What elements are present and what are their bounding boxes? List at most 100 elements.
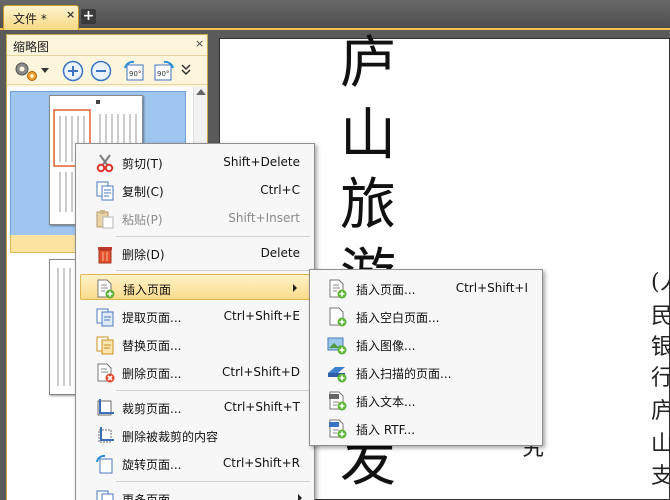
menu-item-replace-page[interactable]: 替换页面... — [76, 331, 314, 357]
menu-item-label: 旋转页面... — [122, 458, 182, 472]
title-char: 山 — [340, 103, 396, 168]
menu-item-label: 裁剪页面... — [122, 402, 182, 416]
menu-item-remove-cropped[interactable]: 删除被裁剪的内容 — [76, 422, 314, 448]
menu-item-crop-page[interactable]: 裁剪页面... Ctrl+Shift+T — [76, 394, 314, 420]
column-char: 银 — [651, 335, 670, 360]
insert-page-icon — [97, 279, 115, 299]
trash-icon — [98, 247, 112, 264]
menu-item-label: 剪切(T) — [122, 157, 163, 171]
gear-icon[interactable] — [13, 60, 39, 82]
column-char: 山 — [651, 432, 670, 457]
panel-close-icon[interactable]: × — [195, 37, 204, 50]
tab-close-icon[interactable]: × — [66, 8, 75, 21]
insert-page-file-icon — [329, 279, 347, 299]
menu-item-rotate-page[interactable]: 旋转页面... Ctrl+Shift+R — [76, 450, 314, 476]
menu-item-insert-page[interactable]: 插入页面 — [80, 274, 310, 300]
scissors-icon — [96, 154, 114, 173]
menu-item-shortcut: Ctrl+Shift+D — [222, 365, 300, 379]
submenu-item-insert-blank[interactable]: 插入空白页面... — [310, 303, 542, 329]
menu-item-shortcut: Ctrl+Shift+R — [222, 456, 300, 470]
replace-page-icon — [96, 336, 114, 355]
menu-item-extract-page[interactable]: 提取页面... Ctrl+Shift+E — [76, 303, 314, 329]
menu-item-label: 提取页面... — [122, 311, 182, 325]
title-char: 旅 — [340, 173, 396, 238]
thumbnail-toolbar: 90° 90° — [7, 55, 207, 85]
rotate-page-icon — [96, 454, 113, 474]
tab-document[interactable]: 文件 * × — [3, 5, 79, 30]
more-pages-icon — [96, 490, 114, 500]
submenu-item-shortcut: Ctrl+Shift+I — [455, 281, 528, 295]
menu-item-delete[interactable]: 删除(D) Delete — [76, 240, 314, 266]
menu-item-cut[interactable]: 剪切(T) Shift+Delete — [76, 149, 314, 175]
menu-item-label: 粘贴(P) — [122, 213, 163, 227]
extract-page-icon — [96, 308, 114, 327]
menu-item-paste[interactable]: 粘贴(P) Shift+Insert — [76, 205, 314, 231]
tab-bar: 文件 * × + — [0, 0, 670, 30]
submenu-item-label: 插入页面... — [356, 283, 416, 297]
panel-title: 缩略图 — [13, 40, 50, 54]
submenu-item-insert-image[interactable]: 插入图像... — [310, 331, 542, 357]
zoom-out-icon[interactable] — [90, 60, 112, 82]
submenu-item-label: 插入 RTF... — [356, 423, 416, 437]
menu-item-label: 替换页面... — [122, 339, 182, 353]
new-tab-button[interactable]: + — [81, 9, 96, 24]
submenu-arrow-icon — [298, 494, 302, 500]
submenu-item-insert-rtf[interactable]: 插入 RTF... — [310, 415, 542, 441]
menu-item-shortcut: Delete — [260, 246, 300, 260]
column-char: 庐 — [651, 399, 670, 424]
menu-item-shortcut: Ctrl+Shift+T — [223, 400, 300, 414]
menu-item-label: 更多页面 — [122, 493, 171, 500]
scroll-up-icon[interactable] — [196, 89, 206, 95]
menu-item-shortcut: Shift+Delete — [223, 155, 300, 169]
zoom-in-icon[interactable] — [62, 60, 84, 82]
remove-cropped-icon — [98, 427, 114, 443]
menu-separator — [116, 390, 310, 391]
menu-item-shortcut: Ctrl+C — [260, 183, 300, 197]
submenu-item-label: 插入扫描的页面... — [356, 367, 452, 381]
submenu-item-insert-text[interactable]: 插入文本... — [310, 387, 542, 413]
menu-item-copy[interactable]: 复制(C) Ctrl+C — [76, 177, 314, 203]
submenu-item-label: 插入空白页面... — [356, 311, 440, 325]
menu-item-label: 复制(C) — [122, 185, 164, 199]
menu-item-shortcut: Ctrl+Shift+E — [223, 309, 300, 323]
menu-item-label: 删除页面... — [122, 367, 182, 381]
column-char: 行 — [651, 366, 670, 391]
submenu-item-insert-page[interactable]: 插入页面... Ctrl+Shift+I — [310, 275, 542, 301]
tab-label: 文件 * — [13, 12, 47, 26]
menu-item-more-pages[interactable]: 更多页面 — [76, 485, 314, 500]
menu-separator — [116, 236, 310, 237]
insert-text-icon — [329, 391, 347, 411]
svg-text:90°: 90° — [157, 70, 169, 78]
column-char: 人 — [660, 272, 670, 294]
menu-item-delete-page[interactable]: 删除页面... Ctrl+Shift+D — [76, 359, 314, 385]
menu-item-label: 删除(D) — [122, 248, 165, 262]
paste-icon — [96, 210, 114, 229]
dropdown-arrow-icon[interactable] — [41, 68, 49, 74]
submenu-item-insert-scan[interactable]: 插入扫描的页面... — [310, 359, 542, 385]
delete-page-icon — [97, 363, 115, 383]
submenu-item-label: 插入文本... — [356, 395, 416, 409]
rotate-left-90-icon[interactable]: 90° — [122, 60, 146, 84]
column-char: 支 — [651, 464, 670, 489]
svg-text:90°: 90° — [129, 70, 141, 78]
rotate-right-90-icon[interactable]: 90° — [152, 60, 176, 84]
insert-scan-icon — [328, 367, 347, 383]
insert-rtf-icon — [329, 419, 347, 439]
column-char: 民 — [651, 304, 670, 329]
submenu-arrow-icon — [293, 284, 297, 292]
insert-image-icon — [327, 337, 347, 355]
crop-icon — [97, 399, 114, 416]
menu-item-label: 删除被裁剪的内容 — [122, 430, 219, 444]
submenu-item-label: 插入图像... — [356, 339, 416, 353]
copy-icon — [96, 181, 114, 201]
menu-separator — [116, 481, 310, 482]
insert-blank-page-icon — [329, 307, 347, 327]
column-char: ( — [651, 270, 660, 295]
title-char: 庐 — [340, 31, 396, 96]
insert-page-submenu: 插入页面... Ctrl+Shift+I 插入空白页面... 插入图像... 插… — [309, 269, 543, 446]
menu-item-label: 插入页面 — [123, 283, 172, 297]
more-chevron-icon[interactable] — [181, 64, 191, 76]
context-menu: 剪切(T) Shift+Delete 复制(C) Ctrl+C 粘贴(P) Sh… — [75, 143, 315, 500]
menu-separator — [116, 270, 310, 271]
menu-item-shortcut: Shift+Insert — [228, 211, 300, 225]
